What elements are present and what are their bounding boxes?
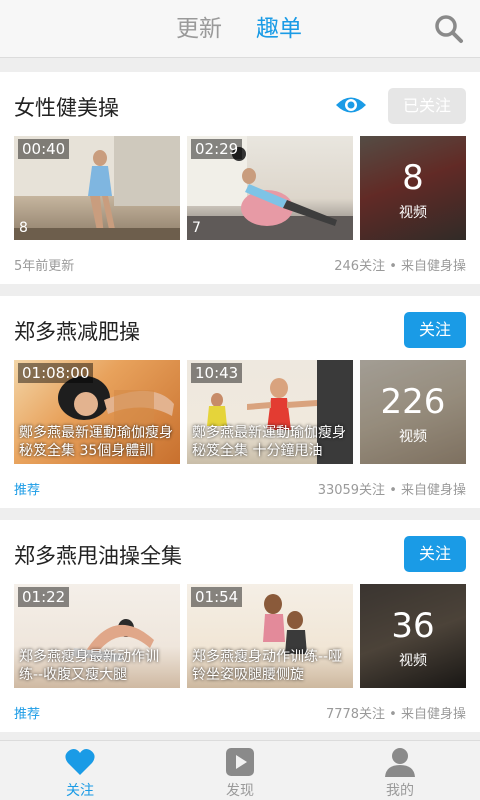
tab-update[interactable]: 更新	[176, 12, 222, 46]
video-total-label: 视频	[399, 429, 427, 445]
update-time: 5年前更新	[14, 259, 75, 274]
video-total-label: 视频	[399, 205, 427, 221]
more-videos-tile[interactable]: 36 视频	[360, 584, 466, 688]
nav-mine[interactable]: 我的	[320, 741, 480, 800]
nav-label: 发现	[226, 783, 254, 799]
nav-label: 关注	[66, 783, 94, 799]
video-duration: 00:40	[18, 139, 70, 159]
follower-source: 7778关注 • 来自健身操	[325, 707, 466, 722]
video-thumbnail[interactable]: 00:40 8	[14, 136, 180, 240]
video-count-badge: 7	[192, 220, 201, 236]
follower-source: 246关注 • 来自健身操	[334, 259, 466, 274]
playlist-card[interactable]: 郑多燕甩油操全集 关注 01:22 郑多燕瘦身最新动作训练--收腹又瘦大腿 01…	[0, 520, 480, 732]
video-total-count: 8	[402, 158, 424, 198]
video-total-count: 226	[380, 382, 446, 422]
video-count-badge: 8	[19, 220, 28, 236]
playlist-title: 女性健美操	[14, 96, 119, 120]
search-icon[interactable]	[434, 14, 464, 44]
video-duration: 10:43	[191, 363, 243, 383]
playlist-title: 郑多燕甩油操全集	[14, 544, 182, 568]
video-thumbnail[interactable]: 01:08:00 鄭多燕最新運動瑜伽瘦身秘笈全集 35個身體訓	[14, 360, 180, 464]
follow-button[interactable]: 关注	[404, 312, 466, 348]
video-duration: 02:29	[191, 139, 243, 159]
bottom-nav: 关注 发现 我的	[0, 740, 480, 800]
video-caption: 郑多燕瘦身动作训练--哑铃坐姿吸腿腰侧旋	[192, 649, 343, 683]
video-duration: 01:22	[18, 587, 70, 607]
follow-button[interactable]: 关注	[404, 536, 466, 572]
tab-qudan[interactable]: 趣单	[256, 12, 302, 46]
video-thumbnail[interactable]: 01:54 郑多燕瘦身动作训练--哑铃坐姿吸腿腰侧旋	[187, 584, 353, 688]
recommend-tag: 推荐	[14, 707, 41, 722]
video-caption: 鄭多燕最新運動瑜伽瘦身秘笈全集 35個身體訓	[19, 425, 173, 459]
play-icon	[224, 747, 256, 777]
video-duration: 01:08:00	[18, 363, 94, 383]
user-icon	[384, 747, 416, 777]
eye-icon[interactable]	[334, 94, 368, 116]
top-bar: 更新 趣单	[0, 0, 480, 58]
playlist-card[interactable]: 郑多燕减肥操 关注 01:08:00 鄭多燕最新運動瑜伽瘦身秘笈全集 35個身體…	[0, 296, 480, 508]
playlist-title: 郑多燕减肥操	[14, 320, 140, 344]
nav-discover[interactable]: 发现	[160, 741, 320, 800]
video-caption: 鄭多燕最新運動瑜伽瘦身秘笈全集 十分鐘甩油	[192, 425, 346, 459]
more-videos-tile[interactable]: 8 视频	[360, 136, 466, 240]
video-total-label: 视频	[399, 653, 427, 669]
follower-source: 33059关注 • 来自健身操	[317, 483, 466, 498]
video-total-count: 36	[391, 606, 435, 646]
nav-follow[interactable]: 关注	[0, 741, 160, 800]
recommend-tag: 推荐	[14, 483, 41, 498]
video-caption: 郑多燕瘦身最新动作训练--收腹又瘦大腿	[19, 649, 159, 683]
nav-label: 我的	[386, 783, 414, 799]
video-duration: 01:54	[191, 587, 243, 607]
followed-button[interactable]: 已关注	[388, 88, 466, 124]
more-videos-tile[interactable]: 226 视频	[360, 360, 466, 464]
video-thumbnail[interactable]: 10:43 鄭多燕最新運動瑜伽瘦身秘笈全集 十分鐘甩油	[187, 360, 353, 464]
video-thumbnail[interactable]: 01:22 郑多燕瘦身最新动作训练--收腹又瘦大腿	[14, 584, 180, 688]
playlist-card[interactable]: 女性健美操 已关注 00:40 8 02:29 7 8 视频 5年前更新 246…	[0, 72, 480, 284]
video-thumbnail[interactable]: 02:29 7	[187, 136, 353, 240]
heart-icon	[64, 747, 96, 777]
